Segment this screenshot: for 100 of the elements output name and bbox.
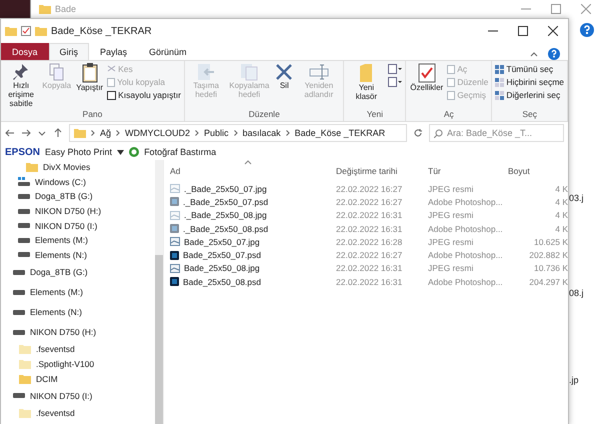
group-label: Düzenle xyxy=(248,109,281,121)
file-name: .jp xyxy=(569,375,579,385)
drive-icon xyxy=(18,238,30,243)
folder-icon xyxy=(74,128,86,138)
ribbon-button[interactable]: Kısayolu yapıştır xyxy=(107,89,181,101)
ribbon-button[interactable]: Özellikler xyxy=(409,63,444,109)
caret-icon[interactable] xyxy=(117,150,124,154)
ribbon-tab[interactable]: Dosya xyxy=(1,43,49,60)
pin-icon xyxy=(13,63,30,81)
close-icon[interactable] xyxy=(548,26,558,36)
ribbon-button[interactable]: Hızlı erişime sabitle xyxy=(4,63,38,109)
folder-icon xyxy=(5,26,17,36)
file-name[interactable]: Bade_25x50_08.jpg xyxy=(170,263,336,274)
group-label: Aç xyxy=(442,109,455,121)
file-name[interactable]: Bade_25x50_08.psd xyxy=(170,276,336,287)
scissors-icon xyxy=(107,64,116,74)
drive-icon xyxy=(13,290,25,295)
file-name[interactable]: Bade_25x50_07.psd xyxy=(170,250,336,260)
copy-icon xyxy=(48,63,65,81)
table-cell-text: 10.625 K xyxy=(532,236,568,247)
sidebar-item[interactable]: DivX Movies xyxy=(1,160,155,175)
sidebar-item[interactable]: NIKON D750 (I:) xyxy=(1,218,155,233)
new-item-icon xyxy=(388,64,402,74)
chevron-icon xyxy=(234,130,238,136)
ribbon-button[interactable]: Yeni klasör xyxy=(347,63,386,109)
file-name[interactable]: ._Bade_25x50_07.jpg xyxy=(170,184,336,194)
folder-icon xyxy=(19,359,31,370)
table-cell-text: 22.02.2022 16:27 xyxy=(336,196,404,207)
help-icon[interactable] xyxy=(548,48,560,60)
app-menu[interactable]: Easy Photo Print xyxy=(45,147,112,157)
sidebar-item[interactable]: .fseventsd xyxy=(1,342,155,357)
search-field[interactable]: Ara: Bade_Köse _T... xyxy=(429,124,564,142)
toolbar-link[interactable]: Fotoğraf Bastırma xyxy=(144,147,216,157)
new-folder-icon xyxy=(359,63,374,83)
collapse-ribbon-icon[interactable] xyxy=(530,51,538,57)
file-name[interactable]: ._Bade_25x50_08.jpg xyxy=(170,210,336,220)
select-grid-icon xyxy=(495,78,504,86)
sidebar-item[interactable]: NIKON D750 (H:) xyxy=(1,204,155,218)
document-icon xyxy=(107,78,116,86)
folder-icon xyxy=(39,4,51,14)
table-cell-text: 204.297 K xyxy=(528,276,568,287)
ribbon-button[interactable]: Hiçbirini seçme xyxy=(495,76,564,88)
column-header[interactable]: Boyut xyxy=(508,166,568,176)
ribbon-button[interactable]: Yapıştır xyxy=(75,63,104,109)
table-cell-text: JPEG resmi xyxy=(428,184,474,194)
sidebar-item[interactable]: NIKON D750 (H:) xyxy=(1,322,155,342)
ribbon-button[interactable]: Tümünü seç xyxy=(495,63,564,75)
group-label: Pano xyxy=(82,109,104,121)
sidebar-item[interactable]: Doga_8TB (G:) xyxy=(1,189,155,204)
checkbox-icon[interactable] xyxy=(21,26,31,36)
address-bar[interactable]: Ağ WDMYCLOUD2 Public basılacak Bade_Köse _TEKRAR xyxy=(69,124,407,142)
sidebar-item[interactable]: Elements (M:) xyxy=(1,232,155,248)
ribbon-button[interactable]: Diğerlerini seç xyxy=(495,89,564,101)
forward-arrow-icon[interactable] xyxy=(21,128,31,138)
sidebar-item[interactable]: Elements (N:) xyxy=(1,302,155,322)
up-arrow-icon[interactable] xyxy=(53,128,63,138)
sidebar-item[interactable]: DCIM xyxy=(1,371,155,386)
column-header[interactable]: Tür xyxy=(428,166,508,176)
refresh-icon[interactable] xyxy=(413,128,423,138)
new-item-icon xyxy=(388,77,402,87)
shortcut-icon xyxy=(107,90,116,100)
table-cell-text: 4 K xyxy=(554,210,568,220)
column-header[interactable]: Ad xyxy=(170,166,336,176)
file-name[interactable]: Bade_25x50_07.jpg xyxy=(170,236,336,247)
table-cell-text: 22.02.2022 16:31 xyxy=(336,263,404,274)
table-cell-text: 22.02.2022 16:31 xyxy=(336,276,404,287)
file-name: 03.j xyxy=(569,193,584,203)
drive-icon xyxy=(18,223,30,228)
sidebar-item[interactable]: Elements (M:) xyxy=(1,282,155,302)
sidebar-item[interactable]: Windows (C:) xyxy=(1,174,155,190)
sort-caret-icon[interactable] xyxy=(244,160,252,165)
folder-icon xyxy=(19,374,31,384)
file-name[interactable]: ._Bade_25x50_07.psd xyxy=(170,196,336,207)
sidebar-item[interactable]: .fseventsd xyxy=(1,406,155,421)
drive-icon xyxy=(13,330,25,335)
file-name[interactable]: ._Bade_25x50_08.psd xyxy=(170,224,336,234)
sidebar-item[interactable]: Doga_8TB (G:) xyxy=(1,262,155,282)
table-cell-text: Adobe Photoshop... xyxy=(428,276,504,287)
column-header[interactable]: Değiştirme tarihi xyxy=(336,166,428,176)
back-arrow-icon[interactable] xyxy=(5,128,15,138)
ribbon-tab[interactable]: Giriş xyxy=(48,43,90,60)
table-cell-text: 22.02.2022 16:27 xyxy=(336,250,404,260)
move-to-icon xyxy=(197,63,216,81)
select-grid-icon xyxy=(495,90,504,100)
ribbon-tab[interactable]: Görünüm xyxy=(138,43,198,60)
ribbon-button[interactable]: Sil xyxy=(274,63,294,109)
drive-icon xyxy=(18,208,30,214)
table-cell-text: 22.02.2022 16:27 xyxy=(336,184,404,194)
ribbon-tab[interactable]: Paylaş xyxy=(89,43,138,60)
scrollbar[interactable] xyxy=(155,160,163,424)
sidebar-item[interactable]: NIKON D750 (I:) xyxy=(1,386,155,406)
window-title: Bade xyxy=(55,4,76,14)
sidebar-item[interactable]: Elements (N:) xyxy=(1,248,155,262)
drive-icon xyxy=(13,393,25,398)
help-icon[interactable] xyxy=(580,23,594,37)
chevron-icon xyxy=(195,130,200,136)
table-cell-text: JPEG resmi xyxy=(428,236,474,247)
maximize-icon[interactable] xyxy=(518,26,528,36)
sidebar-item[interactable]: .Spotlight-V100 xyxy=(1,356,155,372)
delete-x-icon xyxy=(275,63,294,81)
